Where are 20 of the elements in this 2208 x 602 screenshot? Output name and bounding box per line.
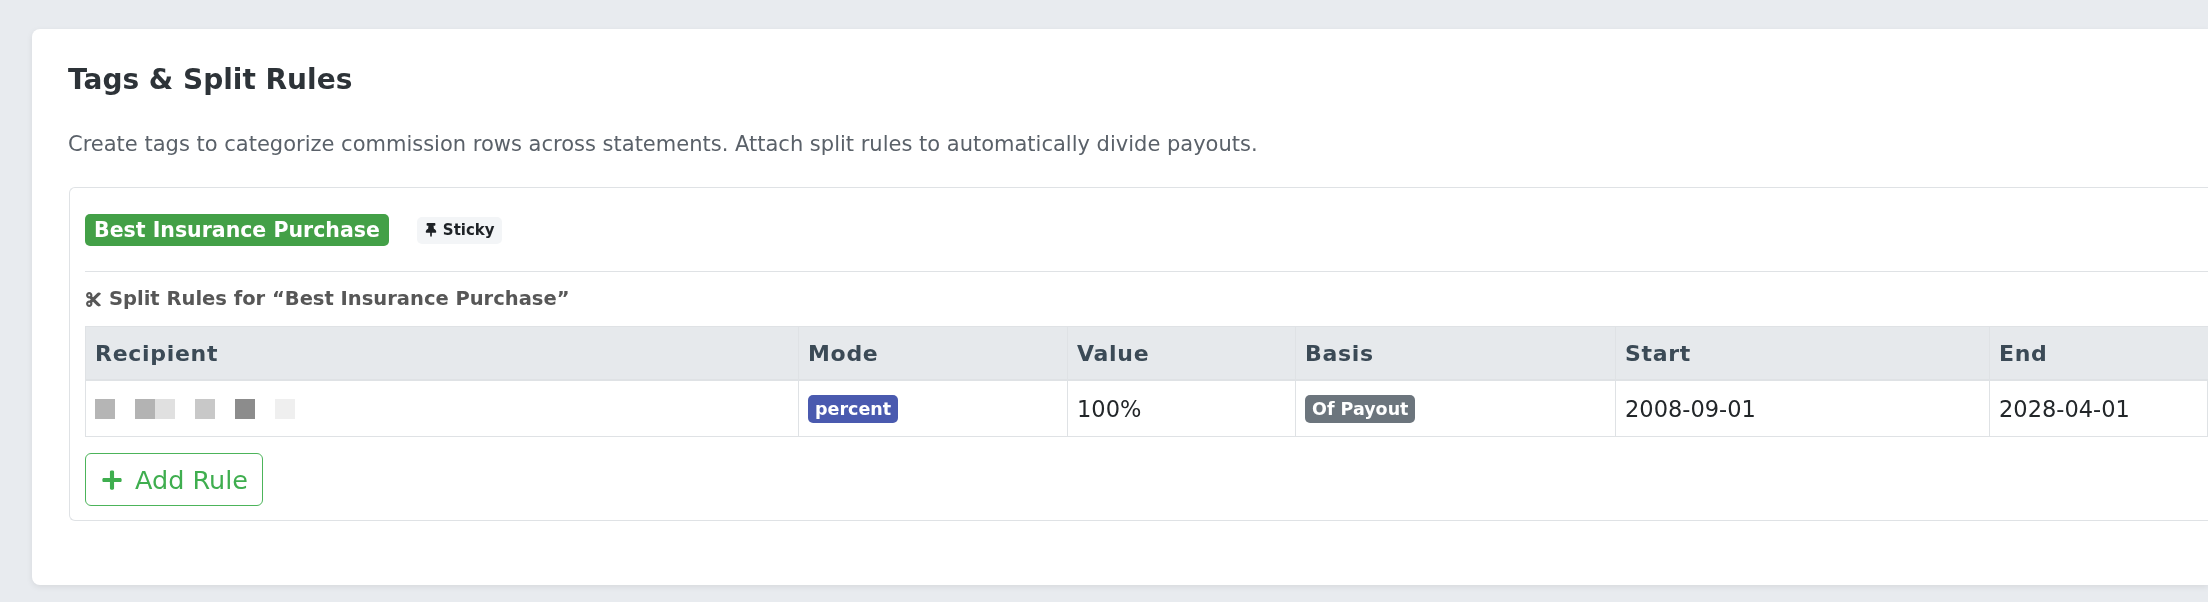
plus-icon — [101, 468, 123, 491]
column-header: Start — [1615, 326, 1990, 380]
sticky-badge: Sticky — [416, 216, 502, 244]
page-title: Tags & Split Rules — [68, 63, 353, 97]
table-cell-text: 2008-09-01 — [1625, 395, 1756, 422]
column-header: Recipient — [85, 326, 799, 380]
column-header: End — [1989, 326, 2208, 380]
page-description: Create tags to categorize commission rows across statements. Attach split rules to automatically divide payouts. — [68, 131, 1258, 158]
column-header: Mode — [798, 326, 1068, 380]
column-header: Basis — [1295, 326, 1616, 380]
tag-badge: Best Insurance Purchase — [85, 214, 389, 246]
table-cell-text: 100% — [1077, 395, 1142, 422]
add-rule-button[interactable]: Add Rule — [85, 453, 263, 506]
mode-badge: percent — [808, 394, 899, 423]
column-header: Value — [1067, 326, 1296, 380]
scissors-icon — [85, 290, 102, 308]
basis-badge: Of Payout — [1305, 394, 1416, 423]
table-cell-text: 2028-04-01 — [1999, 395, 2130, 422]
split-rules-heading: Split Rules for “Best Insurance Purchase” — [109, 287, 570, 311]
pin-icon — [423, 223, 438, 237]
